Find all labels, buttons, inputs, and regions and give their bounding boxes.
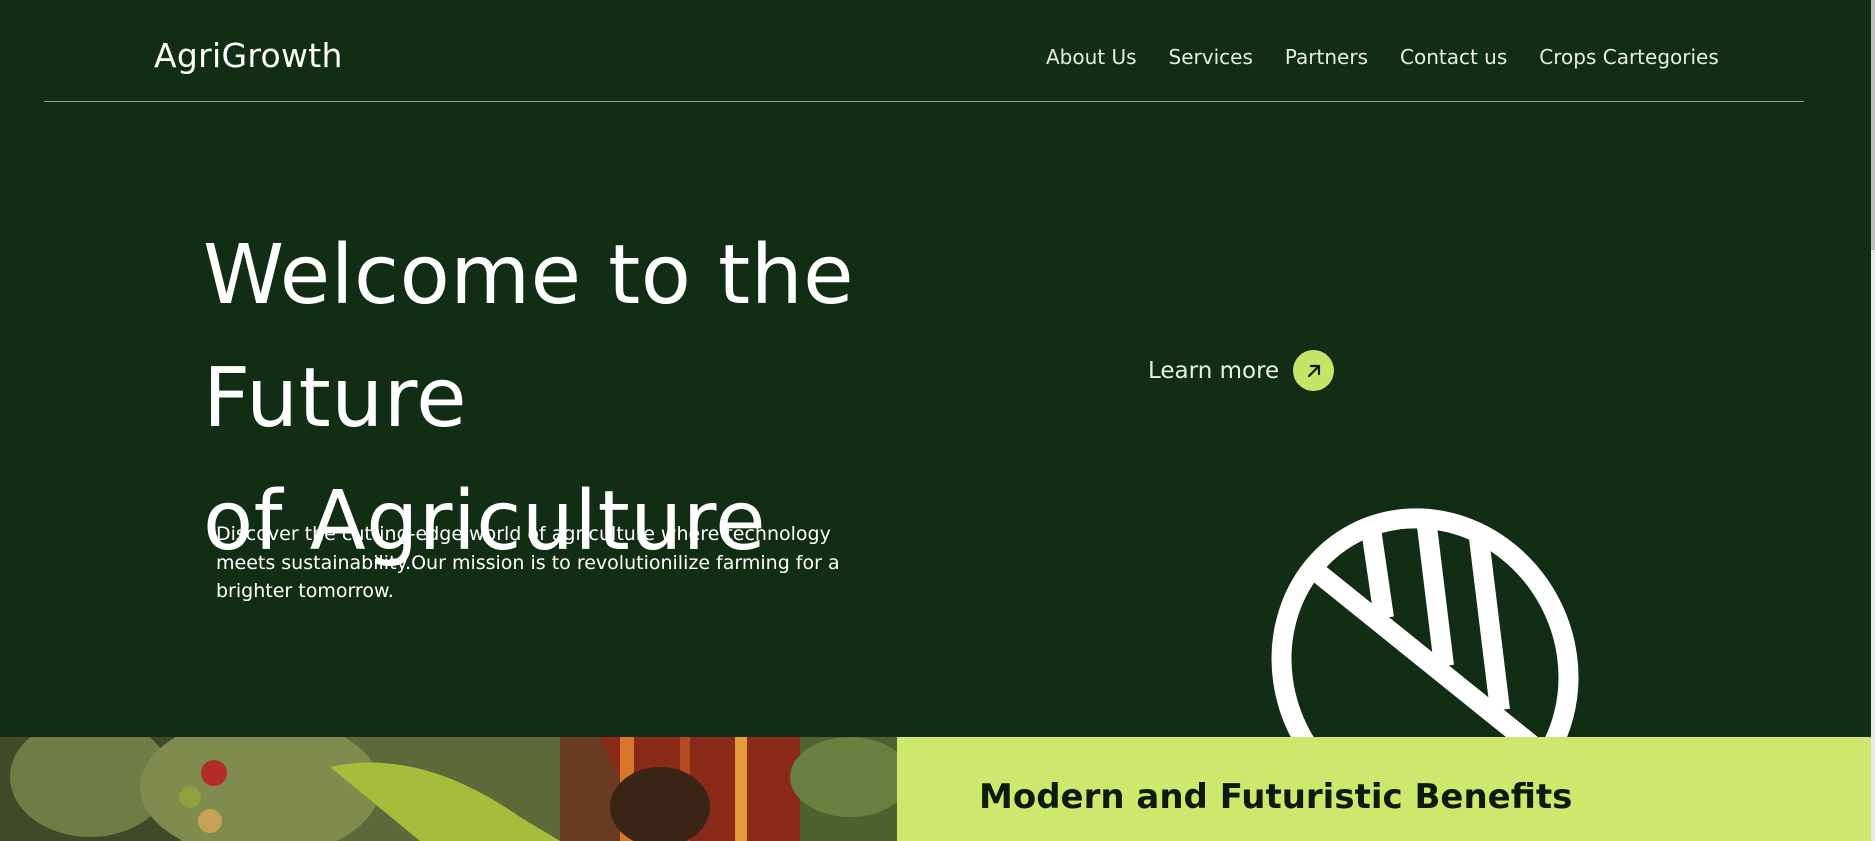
main-nav: About Us Services Partners Contact us Cr… [1046, 45, 1751, 69]
hero-headline-line1: Welcome to the Future [203, 228, 855, 446]
leaf-logo-icon [1268, 500, 1598, 737]
nav-contact-us[interactable]: Contact us [1400, 45, 1507, 69]
brand-logo-text[interactable]: AgriGrowth [154, 36, 343, 75]
nav-services[interactable]: Services [1169, 45, 1253, 69]
hero-description: Discover the cutting-edge world of agric… [216, 520, 856, 606]
arrow-up-right-icon[interactable] [1293, 350, 1335, 391]
hero-description-line3: brighter tomorrow. [216, 580, 394, 602]
farmer-photo [0, 737, 897, 841]
learn-more-label: Learn more [1148, 357, 1280, 384]
nav-partners[interactable]: Partners [1285, 45, 1368, 69]
hero-description-line2: meets sustainability.Our mission is to r… [216, 551, 840, 574]
hero-section: AgriGrowth About Us Services Partners Co… [0, 0, 1871, 737]
landing-page: AgriGrowth About Us Services Partners Co… [0, 0, 1875, 841]
benefits-section: Modern and Futuristic Benefits [897, 737, 1871, 841]
page-scrollbar-thumb[interactable] [1871, 0, 1875, 250]
nav-divider [44, 101, 1804, 102]
nav-about-us[interactable]: About Us [1046, 45, 1137, 69]
nav-crops-categories[interactable]: Crops Cartegories [1539, 45, 1718, 69]
hero-description-line1: Discover the cutting-edge world of agric… [216, 523, 831, 545]
learn-more-link[interactable]: Learn more [1148, 350, 1335, 391]
benefits-title: Modern and Futuristic Benefits [979, 777, 1573, 817]
